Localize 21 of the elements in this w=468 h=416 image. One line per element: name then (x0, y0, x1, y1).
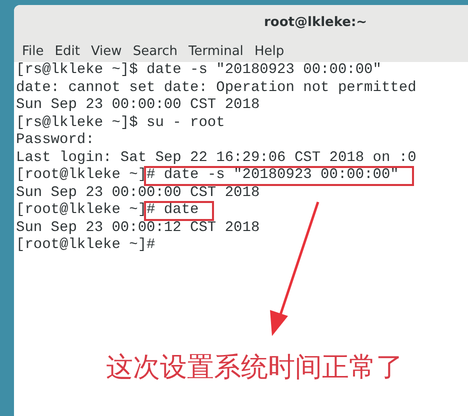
output-line: Sun Sep 23 00:00:00 CST 2018 (16, 97, 260, 114)
output-line: Sun Sep 23 00:00:00 CST 2018 (16, 184, 260, 202)
menu-item[interactable]: View (86, 44, 126, 58)
output-line: Last login: Sat Sep 22 16:29:06 CST 2018 on :0 (16, 150, 416, 167)
menu-item[interactable]: Edit (50, 44, 84, 58)
menu-item[interactable]: Search (128, 44, 182, 58)
window-title: root@lkleke:~ (264, 15, 368, 30)
prompt-text: [root@lkleke ~] (16, 167, 147, 184)
menu-item[interactable]: Help (250, 44, 288, 58)
command-line: [root@lkleke ~]# (16, 237, 156, 254)
menu-item[interactable]: File (18, 44, 48, 58)
prompt-text: [root@lkleke ~] (16, 202, 147, 220)
menu-item[interactable]: Terminal (184, 44, 248, 58)
command-line: [rs@lkleke ~]$ su - root (16, 114, 225, 132)
output-line: date: cannot set date: Operation not permitted (16, 80, 416, 97)
output-line: Password: (16, 132, 94, 150)
annotation-caption: 这次设置系统时间正常了 (105, 350, 404, 384)
highlighted-command: # date -s "20180923 00:00:00" (144, 167, 413, 184)
output-line: Sun Sep 23 00:00:12 CST 2018 (16, 220, 260, 237)
command-line: [rs@lkleke ~]$ date -s "20180923 00:00:00" (16, 62, 382, 80)
highlighted-command: # date (144, 202, 213, 220)
